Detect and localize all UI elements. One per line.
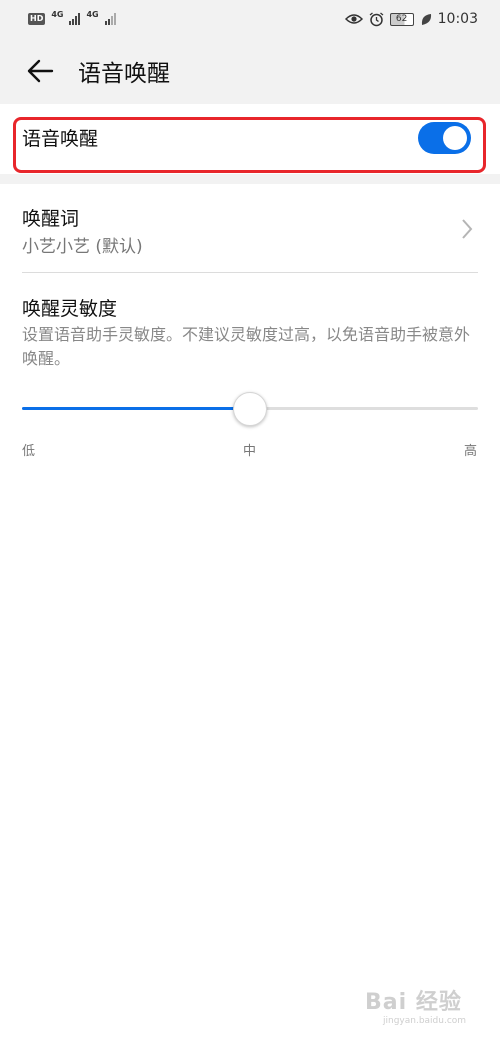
- alarm-icon: [369, 11, 384, 26]
- voice-wake-row[interactable]: 语音唤醒: [0, 104, 500, 174]
- network-type-1: 4G: [51, 9, 64, 19]
- leaf-icon: [421, 13, 431, 25]
- sensitivity-low-label: 低: [22, 444, 36, 459]
- watermark-sub: jingyan.baidu.com: [383, 1016, 467, 1026]
- back-button[interactable]: [20, 51, 60, 91]
- toggle-knob: [443, 126, 467, 150]
- voice-wake-label: 语音唤醒: [22, 128, 99, 150]
- slider-thumb[interactable]: [233, 392, 267, 426]
- sensitivity-description: 设置语音助手灵敏度。不建议灵敏度过高，以免语音助手被意外唤醒。: [22, 325, 471, 368]
- wake-word-title: 唤醒词: [22, 208, 80, 230]
- sensitivity-slider[interactable]: [22, 392, 478, 426]
- back-arrow-icon: [27, 59, 54, 83]
- wake-word-value: 小艺小艺 (默认): [22, 237, 143, 257]
- divider: [22, 272, 478, 273]
- clock: 10:03: [437, 11, 478, 27]
- chevron-right-icon: [462, 219, 473, 239]
- status-right: 62 10:03: [344, 11, 478, 27]
- sensitivity-title: 唤醒灵敏度: [22, 298, 118, 320]
- network-type-2: 4G: [86, 9, 99, 19]
- app-header: 语音唤醒: [0, 38, 500, 104]
- section-gap: [0, 174, 500, 184]
- hd-icon: HD: [28, 13, 46, 25]
- eye-icon: [344, 14, 363, 24]
- voice-wake-toggle[interactable]: [418, 122, 471, 154]
- status-bar: HD 4G 4G 62 10:03: [0, 0, 500, 38]
- sensitivity-mid-label: 中: [243, 444, 257, 459]
- status-left: HD 4G 4G: [28, 9, 116, 25]
- baidu-watermark: Bai 经验 jingyan.baidu.com: [365, 984, 480, 1026]
- signal-icon-2: [104, 13, 116, 25]
- watermark-main: Bai 经验: [365, 990, 462, 1015]
- page-title: 语音唤醒: [78, 61, 170, 87]
- battery-indicator: 62: [389, 12, 414, 26]
- wake-word-row[interactable]: 唤醒词 小艺小艺 (默认): [0, 184, 500, 274]
- sensitivity-high-label: 高: [464, 444, 478, 459]
- slider-fill: [22, 407, 250, 410]
- signal-icon: [69, 13, 81, 25]
